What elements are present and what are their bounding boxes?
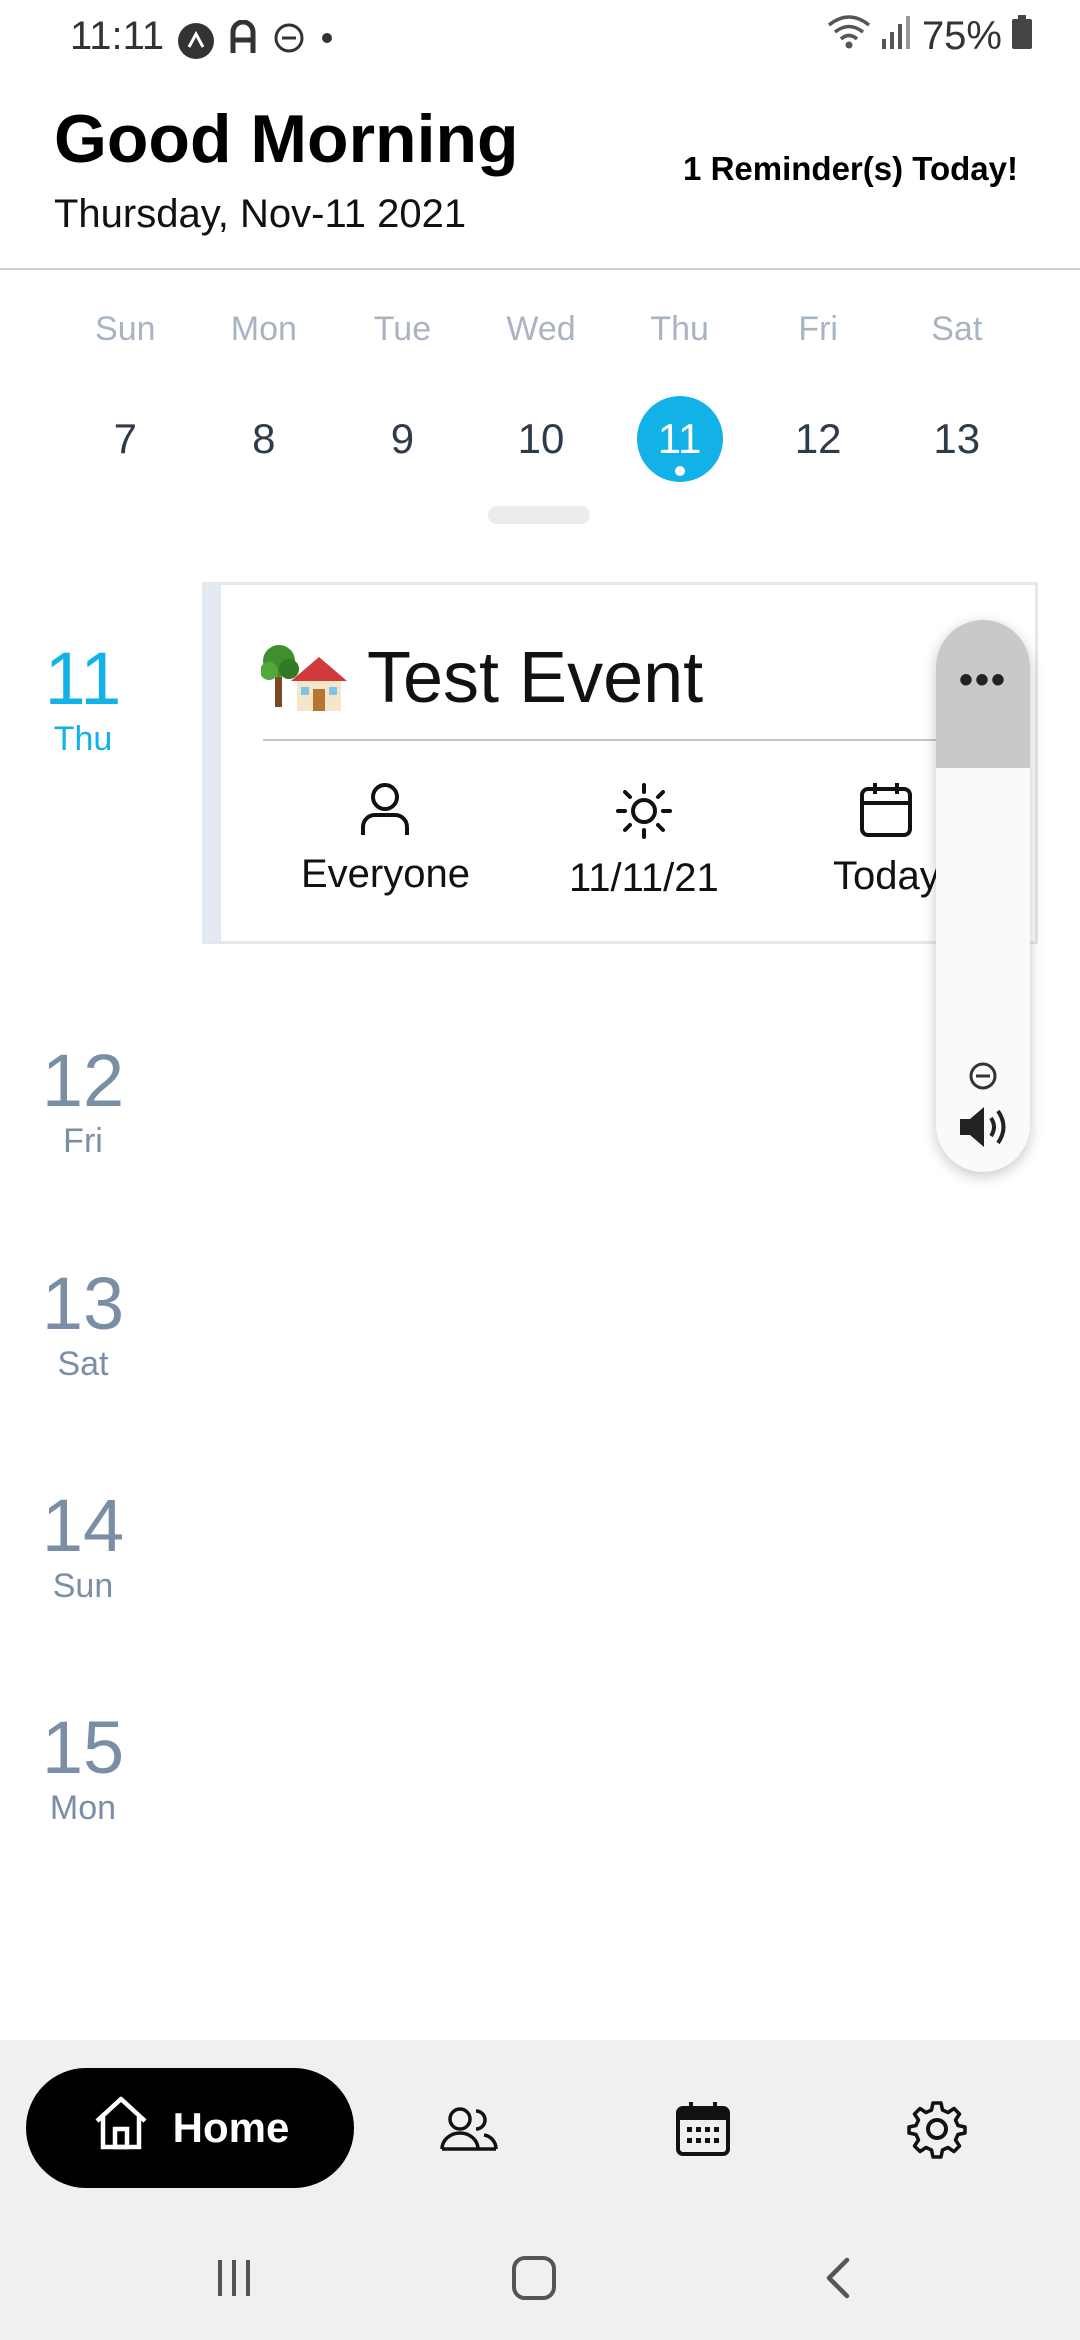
weekday-number[interactable]: 9 — [359, 396, 445, 482]
dnd-icon — [272, 21, 306, 60]
home-system-button[interactable] — [504, 2252, 564, 2304]
current-date: Thursday, Nov-11 2021 — [54, 192, 467, 236]
status-time: 11:11 — [70, 14, 165, 58]
battery-percent: 75% — [921, 14, 1002, 58]
calendar-drag-handle[interactable] — [488, 506, 590, 524]
agenda-day-name: Sun — [52, 1567, 114, 1605]
agenda-day-11[interactable]: 11 Thu — [28, 642, 138, 759]
event-card[interactable]: Test Event Everyone 11/11/21 Today — [202, 582, 1038, 944]
agenda-day-number: 11 — [44, 637, 122, 720]
agenda-day-number: 12 — [41, 1039, 125, 1122]
back-system-button[interactable] — [808, 2252, 868, 2304]
event-assignee: Everyone — [301, 781, 470, 897]
agenda-day-12[interactable]: 12 Fri — [28, 1044, 138, 1161]
reminder-count[interactable]: 1 Reminder(s) Today! — [683, 150, 1018, 188]
battery-icon — [1012, 14, 1032, 59]
sun-icon — [614, 781, 674, 846]
event-card-stripe — [205, 585, 221, 941]
back-icon — [826, 2257, 850, 2299]
agenda-day-name: Mon — [49, 1789, 117, 1827]
event-date: 11/11/21 — [569, 781, 719, 901]
weekday-number[interactable]: 10 — [498, 396, 584, 482]
weekday-number[interactable]: 12 — [775, 396, 861, 482]
week-day-mon[interactable]: Mon 8 — [195, 310, 334, 482]
agenda-day-number: 13 — [41, 1262, 125, 1345]
agenda-day-15[interactable]: 15 Mon — [28, 1711, 138, 1828]
weekday-label: Mon — [230, 310, 297, 348]
agenda-day-13[interactable]: 13 Sat — [28, 1267, 138, 1384]
status-right-group: 75% — [826, 14, 1032, 59]
selected-day-number[interactable]: 11 — [636, 396, 723, 482]
event-title: Test Event — [367, 638, 704, 718]
home-icon — [91, 2093, 151, 2163]
recent-apps-button[interactable] — [204, 2252, 264, 2304]
week-day-wed[interactable]: Wed 10 — [472, 310, 611, 482]
event-date-label: 11/11/21 — [569, 856, 719, 900]
calendar-grid-icon — [676, 2102, 730, 2156]
calendar-icon — [858, 781, 914, 844]
person-icon — [358, 781, 412, 842]
speaker-icon[interactable] — [956, 1102, 1012, 1157]
weekday-label: Sun — [95, 310, 156, 348]
event-assignee-label: Everyone — [301, 852, 470, 896]
more-notifications-dot-icon — [320, 31, 334, 50]
people-icon — [440, 2107, 498, 2151]
dnd-icon[interactable] — [967, 1060, 999, 1097]
weekday-label: Thu — [650, 310, 709, 348]
nav-family-button[interactable] — [438, 2098, 500, 2160]
week-day-sun[interactable]: Sun 7 — [56, 310, 195, 482]
nav-settings-button[interactable] — [906, 2098, 968, 2160]
weekday-number[interactable]: 8 — [221, 396, 307, 482]
wifi-icon — [826, 14, 872, 59]
agenda-day-name: Sat — [57, 1345, 109, 1383]
house-with-tree-icon — [260, 637, 349, 717]
weekday-number[interactable]: 7 — [82, 396, 168, 482]
agenda-day-name: Thu — [53, 720, 113, 758]
weekday-label: Tue — [373, 310, 432, 348]
weekday-number[interactable]: 13 — [914, 396, 1000, 482]
nav-calendar-button[interactable] — [672, 2098, 734, 2160]
week-day-thu[interactable]: Thu 11 — [610, 310, 749, 482]
agenda-day-number: 14 — [41, 1484, 125, 1567]
weekday-label: Fri — [798, 310, 838, 348]
volume-panel[interactable]: ••• — [936, 620, 1030, 1172]
event-divider — [263, 739, 983, 741]
event-when: Today — [833, 781, 940, 899]
nav-home-button[interactable]: Home — [26, 2068, 354, 2188]
event-when-label: Today — [833, 854, 940, 898]
weekday-label: Wed — [506, 310, 576, 348]
signal-icon — [881, 14, 912, 59]
a-notification-icon — [228, 19, 258, 61]
week-day-sat[interactable]: Sat 13 — [887, 310, 1026, 482]
weekday-label: Sat — [931, 310, 983, 348]
home-system-icon — [512, 2256, 556, 2300]
gear-icon — [907, 2101, 967, 2159]
status-notification-icons — [178, 19, 334, 61]
volume-more-button[interactable]: ••• — [936, 658, 1030, 703]
agenda-day-name: Fri — [63, 1122, 103, 1160]
app-notification-icon — [178, 22, 214, 59]
agenda-day-14[interactable]: 14 Sun — [28, 1489, 138, 1606]
week-strip: Sun 7 Mon 8 Tue 9 Wed 10 Thu 11 Fri 12 S… — [56, 310, 1026, 482]
recent-apps-icon — [218, 2260, 250, 2296]
nav-home-label: Home — [172, 2104, 290, 2151]
header-divider — [0, 268, 1080, 270]
week-day-tue[interactable]: Tue 9 — [333, 310, 472, 482]
week-day-fri[interactable]: Fri 12 — [749, 310, 888, 482]
agenda-day-number: 15 — [41, 1706, 125, 1789]
greeting-title: Good Morning — [54, 101, 519, 177]
